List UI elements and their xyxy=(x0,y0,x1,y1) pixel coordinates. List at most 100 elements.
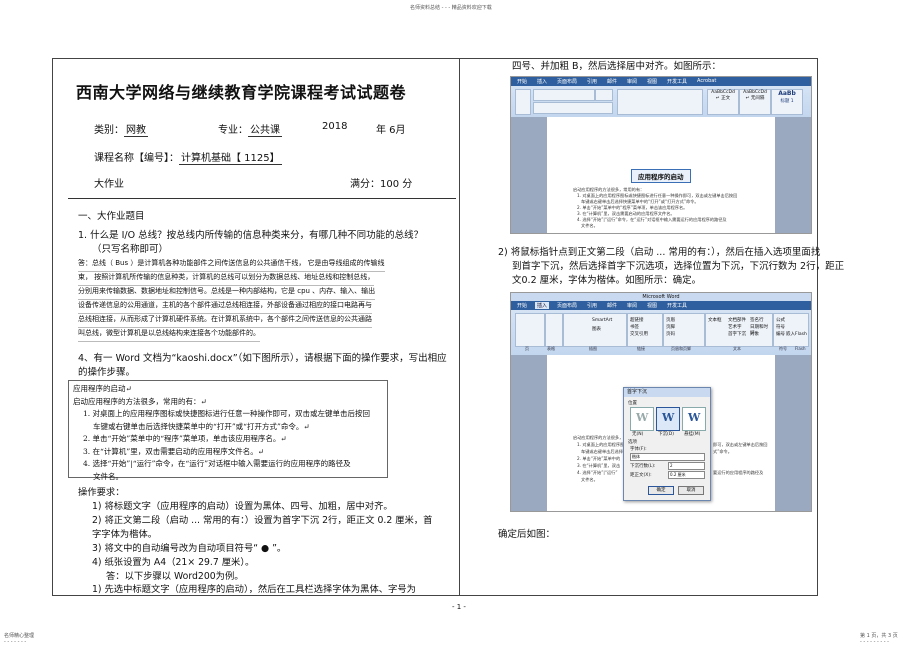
exam-year: 2018 xyxy=(322,121,348,132)
doc-line: 启动应用程序的方法很多， xyxy=(573,435,624,440)
links-group[interactable]: 超链接 书签 交叉引用 xyxy=(627,313,663,347)
pages-group[interactable] xyxy=(515,313,545,347)
ribbon-tab-insert[interactable]: 插入 xyxy=(535,302,550,309)
ribbon-tab[interactable]: 开始 xyxy=(517,302,527,309)
illustrations-group[interactable]: SmartArt 图表 xyxy=(563,313,627,347)
question-4: 4、有一 Word 文档为“kaoshi.docx”（如下图所示），请根据下面的… xyxy=(78,353,447,364)
doc-line: 文件名。 xyxy=(581,223,598,228)
ribbon-tab[interactable]: 引用 xyxy=(587,302,597,309)
ribbon-tab[interactable]: 插入 xyxy=(537,78,547,85)
header-footer-group[interactable]: 页眉 页脚 页码 xyxy=(663,313,705,347)
exam-title: 西南大学网络与继续教育学院课程考试试题卷 xyxy=(76,83,407,102)
ribbon-tab[interactable]: 开发工具 xyxy=(667,302,687,309)
distance-spinner[interactable]: 0.2 厘米 xyxy=(668,471,705,479)
style-heading1[interactable]: AaBb 标题 1 xyxy=(771,89,803,115)
opt-none-label: 无(N) xyxy=(632,432,644,437)
requirement-item: 1) 先选中标题文字（应用程序的启动），然后在工具栏选择字体为黑体、字号为 xyxy=(92,584,416,595)
style-no-spacing[interactable]: AaBbCcDd ↵ 无间隔 xyxy=(739,89,771,115)
footer-right-dots: - - - - - - - - - xyxy=(860,639,889,645)
ribbon-tab[interactable]: 开始 xyxy=(517,78,527,85)
doc-line: 式”命令。 xyxy=(713,449,732,454)
requirement-item: 3) 将文中的自动编号改为自动项目符号“ ● ”。 xyxy=(92,543,287,554)
dropcap-margin-option[interactable]: W xyxy=(682,407,706,431)
paragraph-group[interactable] xyxy=(617,89,703,115)
ribbon-tab[interactable]: 引用 xyxy=(587,78,597,85)
font-name-box[interactable] xyxy=(533,89,595,101)
symbols-group[interactable]: 公式 符号 编号 嵌入Flash xyxy=(773,313,809,347)
text-group[interactable]: 文本框 文档部件 艺术字 首字下沉 签名行 日期和时间 对象 xyxy=(705,313,773,347)
requirements-heading: 操作要求： xyxy=(78,487,125,498)
homework-label: 大作业 xyxy=(94,179,124,190)
lines-label: 下沉行数(L): xyxy=(630,464,656,469)
footer-right: 第 1 页，共 3 页 xyxy=(860,633,898,639)
requirement-item: 2) 将正文第二段（启动 ... 常用的有：）设置为首字下沉 2行，距正文 0.… xyxy=(92,515,433,526)
app-title: Microsoft Word xyxy=(511,293,811,301)
step2-line1: 2) 将鼠标指针点到正文第二段（启动 ... 常用的有：），然后在插入选项里面找 xyxy=(498,247,821,258)
distance-label: 距正文(X): xyxy=(630,473,652,478)
doc-line: 3. 在“计算机”里，双击 xyxy=(577,463,621,468)
section-heading: 一、大作业题目 xyxy=(78,211,145,222)
category-value: 网教 xyxy=(124,125,148,137)
ribbon-tab[interactable]: 邮件 xyxy=(607,78,617,85)
doc-line: 2. 单击“开始”菜单中的 xyxy=(577,456,621,461)
ribbon-tab[interactable]: 视图 xyxy=(647,78,657,85)
doc-line: 车键或右键单击后选择快捷菜单中的“打开”或“打开方式”命令。↵ xyxy=(93,421,310,431)
page-number: - 1 - xyxy=(452,603,466,611)
ribbon-group-labels: 页 表格 插图 链接 页眉和页脚 文本 符号 Flash xyxy=(525,346,806,351)
doc-line: 1. 对桌面上的应用程序图 xyxy=(577,442,625,447)
paste-button[interactable] xyxy=(515,89,531,115)
format-buttons[interactable] xyxy=(533,102,613,114)
ribbon-tab[interactable]: 开发工具 xyxy=(667,78,687,85)
ribbon-tab[interactable]: 页面布局 xyxy=(557,78,577,85)
ribbon-tab[interactable]: 邮件 xyxy=(607,302,617,309)
cancel-button[interactable]: 取消 xyxy=(678,486,704,495)
doc-title: 应用程序的启动↵ xyxy=(73,384,132,393)
ok-button[interactable]: 确定 xyxy=(648,486,674,495)
table-button[interactable] xyxy=(545,313,563,347)
word-screenshot-font: 开始 插入 页面布局 引用 邮件 审阅 视图 开发工具 Acrobat AaBb… xyxy=(510,76,812,234)
question-1: 1. 什么是 I/O 总线？按总线内所传输的信息种类来分，有哪几种不同功能的总线… xyxy=(78,230,424,241)
word-screenshot-dropcap: Microsoft Word 开始 插入 页面布局 引用 邮件 审阅 视图 开发… xyxy=(510,292,812,512)
doc-heading: 应用程序的启动 xyxy=(631,169,691,183)
dropcap-none-option[interactable]: W xyxy=(630,407,654,431)
ribbon-tab[interactable]: 审阅 xyxy=(627,302,637,309)
dropcap-dropped-option[interactable]: W xyxy=(656,407,680,431)
ribbon-tab[interactable]: 视图 xyxy=(647,302,657,309)
dialog-title: 首字下沉 xyxy=(624,388,710,397)
step1-continued: 四号、并加粗 B，然后选择居中对齐。如图所示： xyxy=(512,61,722,72)
dropcap-dialog: 首字下沉 位置 W W W 无(N) 下沉(D) 悬挂(M) 选项 字体(F):… xyxy=(623,387,711,501)
doc-line: 车键或右键单击后选择 xyxy=(581,449,623,454)
step2-line3: 文0.2 厘米，字体为楷体。如图所示：确定。 xyxy=(512,275,702,286)
footer-left-dots: - - - - - - - xyxy=(4,639,27,645)
full-score: 满分：100 分 xyxy=(350,179,413,190)
ribbon-tab[interactable]: 审阅 xyxy=(627,78,637,85)
doc-line: 要运行的应用程序的路径及 xyxy=(713,470,764,475)
doc-line: 4. 选择“开始”|“运行” xyxy=(577,470,618,475)
requirement-item: 字字体为楷体。 xyxy=(92,529,158,540)
kaoshi-doc-sample: 应用程序的启动↵ 启动应用程序的方法很多，常用的有：↵ 1. 对桌面上的应用程序… xyxy=(68,380,388,481)
header-rule xyxy=(68,198,456,199)
ribbon-tab[interactable]: 页面布局 xyxy=(557,302,577,309)
major-label: 专业： 公共课 xyxy=(218,125,282,137)
doc-line: 4. 选择“开始”|“运行”命令，在“运行”对话框中输入需要运行的应用程序的路径… xyxy=(83,459,351,468)
style-normal[interactable]: AaBbCcDd ↵ 正文 xyxy=(707,89,739,115)
font-select[interactable]: 楷体 xyxy=(630,453,705,461)
doc-line: 1. 对桌面上的应用程序图标或快捷图标进行任意一种操作即可，双击或左键单击后按回 xyxy=(83,409,371,418)
category-label: 类别： 网教 xyxy=(94,125,148,137)
lines-spinner[interactable]: 2 xyxy=(668,462,705,470)
ribbon-tab[interactable]: Acrobat xyxy=(697,78,716,84)
doc-line: 4. 选择“开始”|“运行”命令，在“运行”对话框中输入需要运行的应用程序的路径… xyxy=(577,217,727,222)
opt-drop-label: 下沉(D) xyxy=(658,432,674,437)
requirement-item: 4) 纸张设置为 A4（21× 29.7 厘米）。 xyxy=(92,557,255,568)
major-value: 公共课 xyxy=(248,125,282,137)
confirm-caption: 确定后如图： xyxy=(498,529,556,540)
column-divider xyxy=(459,58,460,596)
font-label: 字体(F): xyxy=(630,447,647,452)
doc-line: 3. 在“计算机”里，双击需要启动的应用程序文件名。↵ xyxy=(83,446,264,456)
question-1-note: （只写名称即可） xyxy=(92,244,169,255)
font-size-box[interactable] xyxy=(595,89,613,101)
header-note: 名师资料总结 - - - 精品资料欢迎下载 xyxy=(410,5,492,11)
options-label: 选项 xyxy=(628,440,637,445)
course-value: 计算机基础【 1125】 xyxy=(179,153,282,165)
requirement-item: 1) 将标题文字（应用程序的启动）设置为黑体、四号、加粗，居中对齐。 xyxy=(92,501,393,512)
